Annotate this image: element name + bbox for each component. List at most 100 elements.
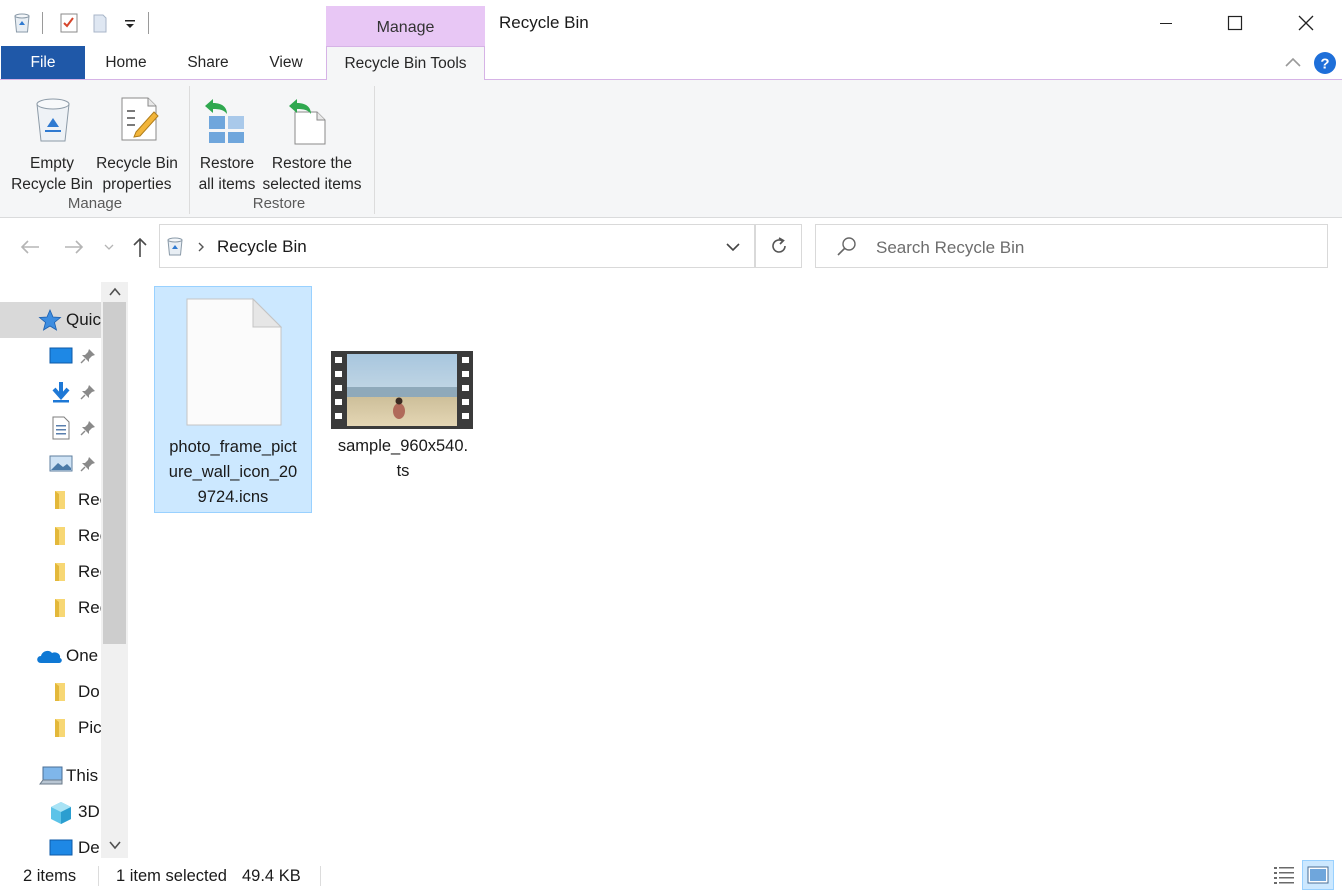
nav-folder[interactable]: Rec [0,518,108,554]
restore-selected-items-button[interactable]: Restore the selected items [261,90,363,193]
3d-cube-icon [51,802,71,824]
folder-icon [55,719,65,737]
nav-onedrive-pictures[interactable]: Pic [0,710,102,746]
restore-all-label-line2: all items [198,176,256,193]
nav-desktop[interactable]: De [0,830,101,858]
pin-icon [80,385,95,400]
ribbon: Empty Recycle Bin Recycle Bin properties… [0,80,1342,218]
pin-icon [80,457,95,472]
refresh-button[interactable] [755,224,802,268]
minimize-button[interactable] [1143,6,1189,40]
status-selection: 1 item selected [116,867,227,885]
scroll-down-icon[interactable] [107,838,123,852]
back-arrow-icon [20,240,39,254]
group-label-manage: Manage [67,195,123,212]
large-icons-view-icon [1307,866,1329,884]
new-folder-icon[interactable] [91,12,111,34]
forward-arrow-icon [65,240,84,254]
tab-view[interactable]: View [254,46,318,79]
nav-folder[interactable]: Rec [0,482,108,518]
details-view-icon[interactable] [1272,864,1296,886]
restore-all-items-button[interactable]: Restore all items [193,90,261,193]
nav-label-pictures: Pic [78,718,102,737]
collapse-ribbon-icon[interactable] [1284,56,1302,68]
toolbar-separator [148,12,149,34]
folder-icon [55,599,65,617]
breadcrumb-recycle-bin[interactable]: Recycle Bin [217,237,307,257]
onedrive-cloud-icon [37,650,62,663]
large-icons-view-button[interactable] [1302,860,1334,890]
tab-recycle-bin-tools[interactable]: Recycle Bin Tools [326,46,485,80]
nav-scrollbar-thumb[interactable] [103,302,126,644]
close-icon [1298,15,1314,31]
nav-3d-objects[interactable]: 3D [0,794,101,830]
properties-icon[interactable] [59,12,79,34]
search-placeholder: Search Recycle Bin [876,238,1025,257]
file-item[interactable]: sample_960x540. ts [326,346,480,486]
minimize-icon [1160,23,1172,24]
recycle-bin-icon [36,98,70,142]
search-box[interactable]: Search Recycle Bin [815,224,1328,268]
nav-pinned-downloads[interactable] [0,374,101,410]
nav-quick-access[interactable]: Quic [0,302,101,338]
props-label-line1: Recycle Bin [96,155,178,172]
restore-selected-label-line1: Restore the [271,155,353,172]
group-separator [374,86,375,214]
nav-pinned-pictures[interactable] [0,446,101,482]
help-icon[interactable]: ? [1313,51,1337,75]
folder-icon [55,563,65,581]
address-dropdown-icon[interactable] [725,241,741,253]
manage-context-header: Manage [326,6,485,46]
nav-pinned-documents[interactable] [0,410,101,446]
empty-label-line1: Empty [30,155,74,172]
file-name: photo_frame_pict ure_wall_icon_20 9724.i… [168,438,298,506]
forward-button[interactable] [62,236,86,258]
star-icon [38,309,62,331]
manage-context-label: Manage [376,19,435,36]
pin-icon [80,349,95,364]
recycle-bin-properties-button[interactable]: Recycle Bin properties [96,90,178,193]
nav-onedrive-documents[interactable]: Do [0,674,101,710]
up-arrow-icon [133,237,147,257]
empty-recycle-bin-button[interactable]: Empty Recycle Bin [8,90,96,193]
status-item-count: 2 items [23,867,77,885]
window-title: Recycle Bin [499,13,589,32]
status-separator [320,866,321,886]
scroll-up-icon[interactable] [107,285,123,299]
download-arrow-icon [52,382,70,403]
nav-pinned-desktop[interactable] [0,338,101,374]
breadcrumb-chevron-icon[interactable] [196,241,206,253]
nav-folder[interactable]: Rec [0,590,108,626]
svg-text:?: ? [1320,56,1329,73]
close-button[interactable] [1283,6,1329,40]
file-item[interactable]: photo_frame_pict ure_wall_icon_20 9724.i… [154,286,312,513]
address-bar[interactable]: Recycle Bin [159,224,755,268]
chevron-down-icon [104,244,114,250]
status-bar: 2 items 1 item selected 49.4 KB [0,858,1342,894]
maximize-button[interactable] [1212,6,1258,40]
nav-label-documents: Do [78,682,100,701]
properties-page-icon [121,97,159,141]
title-bar: Manage Recycle Bin [0,0,1342,46]
restore-all-icon [205,99,244,143]
tab-share[interactable]: Share [174,46,242,79]
back-button[interactable] [18,236,42,258]
status-size: 49.4 KB [242,867,301,885]
folder-icon [55,527,65,545]
pin-icon [80,421,95,436]
up-button[interactable] [128,236,152,258]
pictures-icon [49,455,73,472]
tab-home[interactable]: Home [92,46,160,79]
recent-locations-button[interactable] [102,236,116,258]
nav-onedrive[interactable]: One [0,638,101,674]
tab-file[interactable]: File [1,46,85,79]
nav-folder[interactable]: Rec [0,554,108,590]
customize-toolbar-icon[interactable] [120,12,140,34]
empty-label-line2: Recycle Bin [11,176,93,193]
toolbar-separator [42,12,43,34]
file-name: sample_960x540. ts [337,437,469,480]
nav-this-pc[interactable]: This [0,758,101,794]
folder-icon [55,491,65,509]
nav-label-3d-objects: 3D [78,802,100,821]
refresh-icon [771,237,786,253]
